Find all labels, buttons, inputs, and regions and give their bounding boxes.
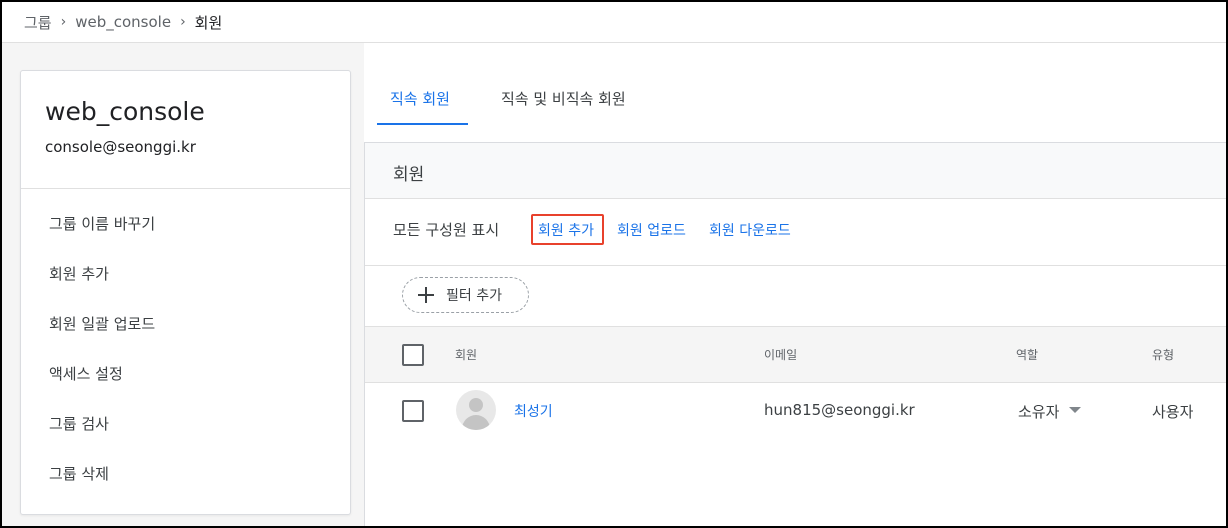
sidebar-item-delete-group[interactable]: 그룹 삭제 <box>21 449 350 499</box>
member-type: 사용자 <box>1152 403 1194 421</box>
avatar-icon <box>456 390 496 430</box>
action-bar: 모든 구성원 표시 회원 추가 회원 업로드 회원 다운로드 <box>365 199 1226 266</box>
members-section: 회원 모든 구성원 표시 회원 추가 회원 업로드 회원 다운로드 필터 추가 … <box>364 142 1226 526</box>
member-name-link[interactable]: 최성기 <box>514 401 553 421</box>
divider <box>21 188 350 189</box>
sidebar-item-rename-group[interactable]: 그룹 이름 바꾸기 <box>21 199 350 249</box>
column-header-email[interactable]: 이메일 <box>764 346 797 363</box>
sidebar-item-add-member[interactable]: 회원 추가 <box>21 249 350 299</box>
plus-icon <box>418 287 434 303</box>
breadcrumb-item-group[interactable]: 그룹 <box>24 12 52 33</box>
sidebar-item-bulk-upload[interactable]: 회원 일괄 업로드 <box>21 299 350 349</box>
group-info-card: web_console console@seonggi.kr 그룹 이름 바꾸기… <box>20 70 351 515</box>
add-member-link[interactable]: 회원 추가 <box>538 220 594 240</box>
chevron-right-icon: › <box>180 14 186 30</box>
column-header-member[interactable]: 회원 <box>455 346 477 363</box>
section-title: 회원 <box>393 165 425 185</box>
chevron-right-icon: › <box>60 14 67 30</box>
breadcrumb: 그룹 › web_console › 회원 <box>2 2 1226 43</box>
table-row[interactable]: 최성기 hun815@seonggi.kr 소유자 사용자 <box>365 383 1226 439</box>
row-checkbox[interactable] <box>402 400 424 422</box>
tab-all-members[interactable]: 직속 및 비직속 회원 <box>501 88 626 109</box>
tab-direct-members[interactable]: 직속 회원 <box>390 88 450 109</box>
group-name: web_console <box>45 97 205 126</box>
upload-members-link[interactable]: 회원 업로드 <box>617 220 686 240</box>
window: 그룹 › web_console › 회원 web_console consol… <box>0 0 1228 528</box>
member-role-select[interactable]: 소유자 <box>1018 401 1059 422</box>
member-email: hun815@seonggi.kr <box>764 401 915 419</box>
group-email: console@seonggi.kr <box>45 138 196 156</box>
tab-bar: 직속 회원 직속 및 비직속 회원 <box>364 43 1226 126</box>
main-panel: 직속 회원 직속 및 비직속 회원 회원 모든 구성원 표시 회원 추가 회원 … <box>364 43 1226 526</box>
dropdown-caret-icon[interactable] <box>1069 407 1081 413</box>
column-header-type[interactable]: 유형 <box>1152 346 1174 363</box>
breadcrumb-item-web-console[interactable]: web_console <box>75 13 171 31</box>
sidebar-menu: 그룹 이름 바꾸기 회원 추가 회원 일괄 업로드 액세스 설정 그룹 검사 그… <box>21 199 350 499</box>
show-all-members-label: 모든 구성원 표시 <box>393 221 500 239</box>
download-members-link[interactable]: 회원 다운로드 <box>709 220 791 240</box>
sidebar-item-group-audit[interactable]: 그룹 검사 <box>21 399 350 449</box>
active-tab-indicator <box>377 123 468 125</box>
table-header: 회원 이메일 역할 유형 <box>365 327 1226 383</box>
filter-row: 필터 추가 <box>365 266 1226 327</box>
breadcrumb-item-members: 회원 <box>194 13 223 32</box>
add-filter-button[interactable]: 필터 추가 <box>402 277 529 313</box>
sidebar-item-access-settings[interactable]: 액세스 설정 <box>21 349 350 399</box>
section-header: 회원 <box>365 143 1226 199</box>
select-all-checkbox[interactable] <box>402 344 424 366</box>
add-filter-label: 필터 추가 <box>446 288 502 304</box>
column-header-role[interactable]: 역할 <box>1016 346 1038 363</box>
